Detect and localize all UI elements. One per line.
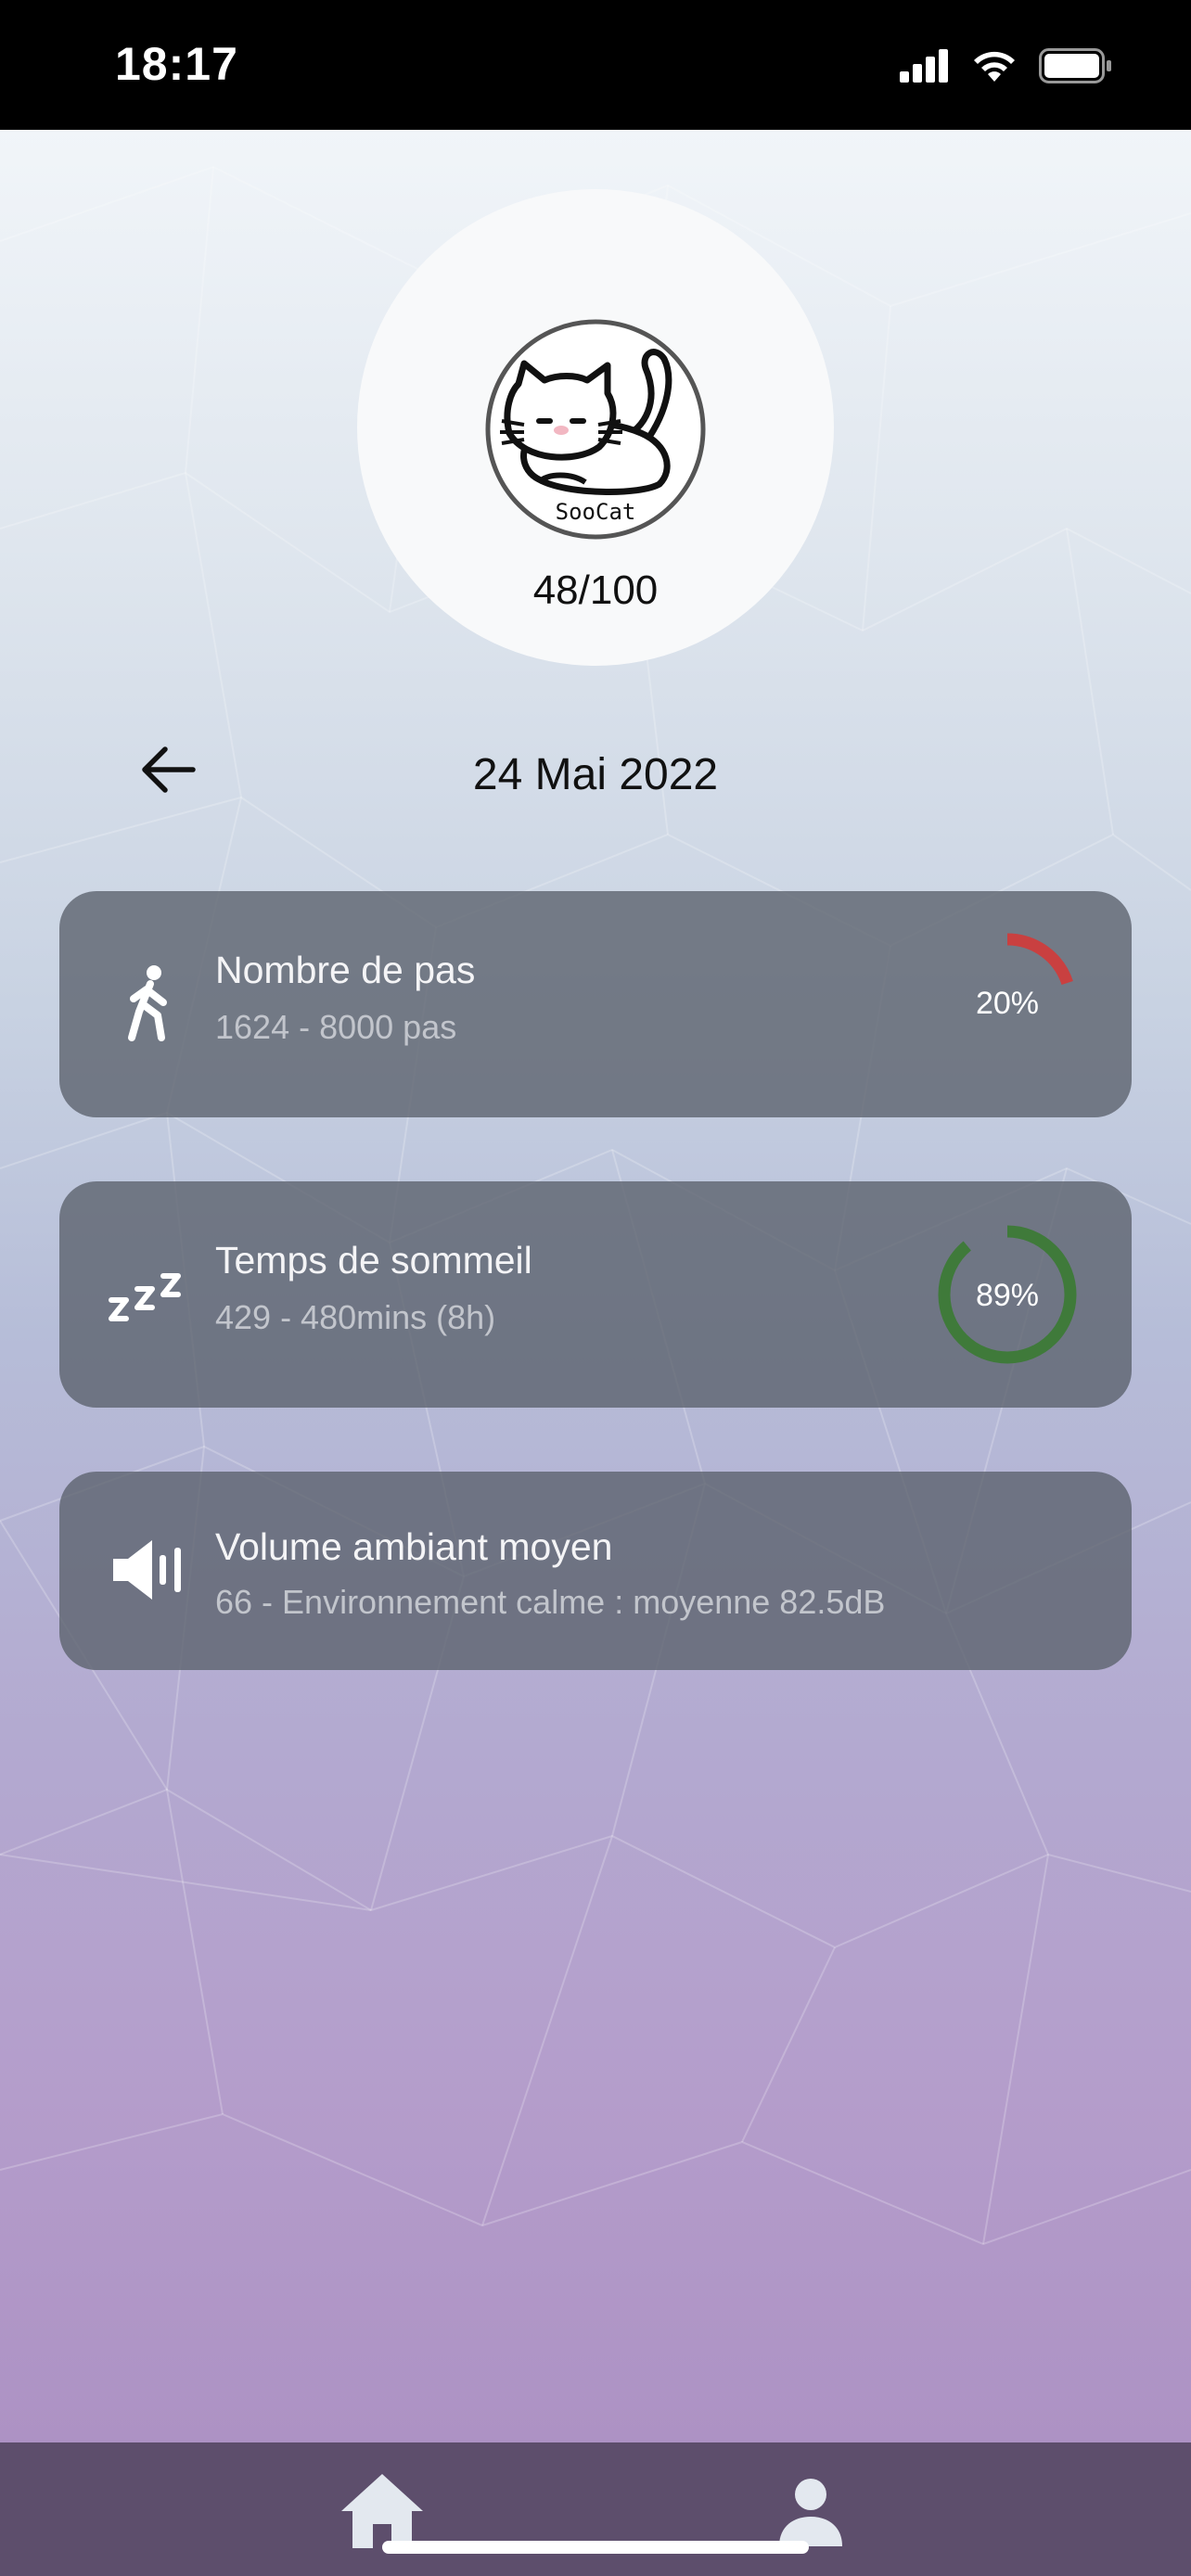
bottom-navigation: [0, 2442, 1191, 2576]
volume-card[interactable]: Volume ambiant moyen 66 - Environnement …: [59, 1472, 1132, 1670]
home-icon[interactable]: [338, 2470, 427, 2548]
steps-percent-label: 20%: [975, 986, 1040, 1021]
logo-text: SooCat: [556, 499, 636, 525]
steps-subtitle: 1624 - 8000 pas: [215, 1008, 457, 1046]
wifi-icon: [974, 51, 1015, 82]
speaker-icon: [113, 1540, 181, 1600]
sleep-card[interactable]: Temps de sommeil 429 - 480mins (8h) 89%: [59, 1181, 1132, 1408]
profile-icon[interactable]: [774, 2474, 848, 2548]
date-label: 24 Mai 2022: [472, 750, 719, 799]
soocat-logo: SooCat: [485, 319, 706, 540]
signal-icon: [900, 49, 948, 83]
walking-icon: [128, 965, 167, 1041]
steps-card[interactable]: Nombre de pas 1624 - 8000 pas 20%: [59, 891, 1132, 1117]
status-time: 18:17: [115, 38, 238, 90]
sleep-zzz-icon: [109, 1273, 181, 1321]
sleep-subtitle: 429 - 480mins (8h): [215, 1298, 496, 1336]
home-indicator: [382, 2541, 809, 2554]
volume-subtitle: 66 - Environnement calme : moyenne 82.5d…: [215, 1583, 886, 1621]
sleep-percent-label: 89%: [975, 1278, 1040, 1313]
date-navigation: 24 Mai 2022: [0, 723, 1191, 816]
avatar-circle: SooCat 48/100: [357, 189, 834, 666]
sleep-title: Temps de sommeil: [215, 1239, 532, 1282]
score-label: 48/100: [532, 567, 659, 613]
battery-icon: [1039, 48, 1111, 83]
app-background: SooCat 48/100 24 Mai 2022 Nombre de pas …: [0, 130, 1191, 2442]
status-bar: 18:17: [0, 0, 1191, 130]
steps-title: Nombre de pas: [215, 949, 476, 991]
status-icons: [900, 48, 1113, 83]
volume-title: Volume ambiant moyen: [215, 1525, 613, 1568]
